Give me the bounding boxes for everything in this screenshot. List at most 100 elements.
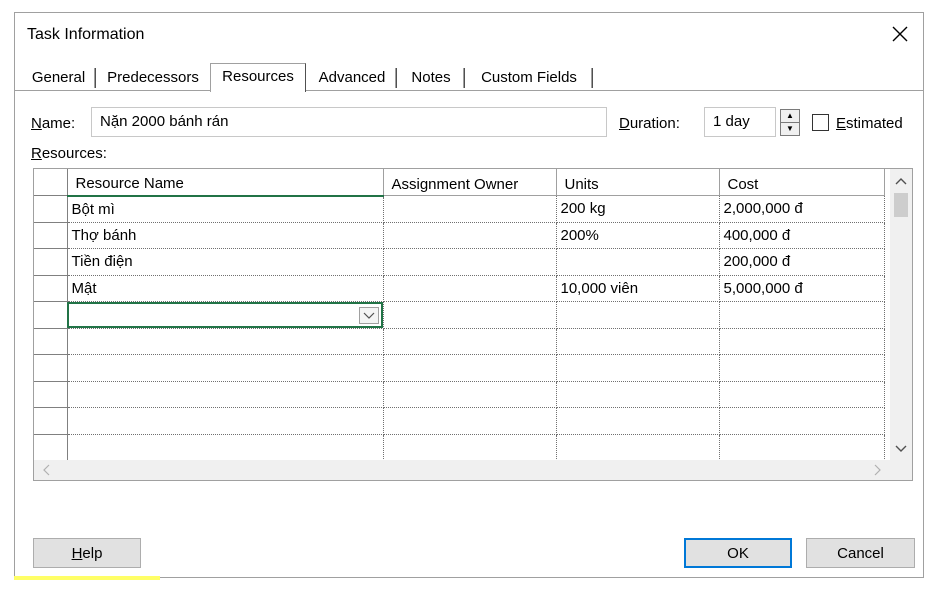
- cell-assignment-owner[interactable]: [383, 354, 557, 382]
- corner-cell[interactable]: [34, 169, 68, 196]
- row-header[interactable]: [34, 328, 68, 355]
- task-information-dialog: Task Information General Predecessors Re…: [14, 12, 924, 578]
- scroll-down-icon[interactable]: [890, 439, 912, 459]
- scroll-left-icon[interactable]: [36, 460, 56, 480]
- cell-cost[interactable]: [719, 381, 885, 408]
- tab-advanced[interactable]: Advanced: [307, 65, 397, 91]
- estimated-checkbox[interactable]: [812, 114, 829, 131]
- table-row[interactable]: [34, 354, 885, 382]
- cell-assignment-owner[interactable]: [383, 275, 557, 302]
- table-row[interactable]: Bột mì 200 kg 2,000,000 đ: [34, 195, 885, 223]
- row-header[interactable]: [34, 248, 68, 276]
- cell-resource-name[interactable]: [67, 381, 384, 408]
- ok-button[interactable]: OK: [684, 538, 792, 568]
- table-header-row: Resource Name Assignment Owner Units Cos…: [34, 169, 885, 197]
- cell-units[interactable]: 200%: [556, 222, 720, 249]
- cell-resource-name[interactable]: [67, 354, 384, 382]
- background-strip: [14, 576, 160, 580]
- cell-cost[interactable]: 200,000 đ: [719, 248, 885, 276]
- cancel-button[interactable]: Cancel: [806, 538, 915, 568]
- cell-resource-name[interactable]: Thợ bánh: [67, 222, 384, 249]
- tab-predecessors[interactable]: Predecessors: [96, 65, 210, 91]
- close-button[interactable]: [887, 21, 913, 47]
- row-header[interactable]: [34, 434, 68, 461]
- resource-dropdown-button[interactable]: [358, 307, 379, 324]
- column-header-resource-name[interactable]: Resource Name: [67, 169, 384, 197]
- row-header[interactable]: [34, 354, 68, 382]
- help-button[interactable]: Help: [33, 538, 141, 568]
- duration-spinner[interactable]: ▲ ▼: [780, 109, 800, 136]
- table-row[interactable]: [34, 407, 885, 435]
- cell-units[interactable]: [556, 248, 720, 276]
- cell-resource-name[interactable]: Bột mì: [67, 195, 384, 223]
- tab-general-label: General: [31, 69, 86, 86]
- cell-units[interactable]: 200 kg: [556, 195, 720, 223]
- row-header[interactable]: [34, 195, 68, 223]
- cell-units[interactable]: [556, 434, 720, 461]
- cell-units[interactable]: 10,000 viên: [556, 275, 720, 302]
- table-row[interactable]: Tiền điện 200,000 đ: [34, 248, 885, 276]
- cell-units[interactable]: [556, 354, 720, 382]
- tab-notes[interactable]: Notes: [397, 65, 465, 91]
- cell-resource-name[interactable]: [67, 407, 384, 435]
- cell-cost[interactable]: 5,000,000 đ: [719, 275, 885, 302]
- row-header[interactable]: [34, 381, 68, 408]
- cell-cost[interactable]: [719, 328, 885, 355]
- cell-assignment-owner[interactable]: [383, 222, 557, 249]
- estimated-label: Estimated: [836, 115, 903, 132]
- table-row[interactable]: [34, 328, 885, 355]
- scroll-up-icon[interactable]: [890, 171, 912, 191]
- row-header[interactable]: [34, 222, 68, 249]
- cell-resource-name[interactable]: [67, 434, 384, 461]
- title-bar: Task Information: [15, 13, 923, 57]
- cell-resource-name[interactable]: [67, 328, 384, 355]
- tab-predecessors-label: Predecessors: [107, 69, 199, 86]
- tab-general[interactable]: General: [21, 65, 96, 91]
- table-row[interactable]: [34, 301, 885, 329]
- spin-down-icon[interactable]: ▼: [781, 123, 799, 135]
- vertical-scrollbar[interactable]: [890, 169, 912, 461]
- tab-resources[interactable]: Resources: [210, 63, 306, 92]
- table-row[interactable]: [34, 434, 885, 461]
- cell-assignment-owner[interactable]: [383, 301, 557, 329]
- duration-input[interactable]: 1 day: [704, 107, 776, 137]
- cell-assignment-owner[interactable]: [383, 407, 557, 435]
- column-header-assignment-owner[interactable]: Assignment Owner: [383, 169, 557, 196]
- row-header[interactable]: [34, 301, 68, 329]
- cell-units[interactable]: [556, 301, 720, 329]
- cell-cost[interactable]: [719, 434, 885, 461]
- cell-units[interactable]: [556, 407, 720, 435]
- column-header-units[interactable]: Units: [556, 169, 720, 196]
- table-row[interactable]: Mật 10,000 viên 5,000,000 đ: [34, 275, 885, 302]
- dialog-title: Task Information: [27, 26, 145, 43]
- cell-units[interactable]: [556, 381, 720, 408]
- table-row[interactable]: [34, 381, 885, 408]
- name-input[interactable]: Nặn 2000 bánh rán: [91, 107, 607, 137]
- table-row[interactable]: Thợ bánh 200% 400,000 đ: [34, 222, 885, 249]
- cell-assignment-owner[interactable]: [383, 248, 557, 276]
- spin-up-icon[interactable]: ▲: [781, 110, 799, 122]
- cell-resource-name[interactable]: Mật: [67, 275, 384, 302]
- resources-label: Resources:: [31, 145, 107, 162]
- row-header[interactable]: [34, 275, 68, 302]
- scroll-right-icon[interactable]: [868, 460, 888, 480]
- cell-cost[interactable]: [719, 354, 885, 382]
- cell-assignment-owner[interactable]: [383, 195, 557, 223]
- cell-assignment-owner[interactable]: [383, 381, 557, 408]
- tab-resources-label: Resources: [222, 68, 294, 85]
- cell-cost[interactable]: 2,000,000 đ: [719, 195, 885, 223]
- cell-cost[interactable]: [719, 407, 885, 435]
- cell-cost[interactable]: 400,000 đ: [719, 222, 885, 249]
- cell-units[interactable]: [556, 328, 720, 355]
- horizontal-scrollbar[interactable]: [34, 460, 912, 480]
- cell-cost[interactable]: [719, 301, 885, 329]
- column-header-cost[interactable]: Cost: [719, 169, 885, 196]
- cell-resource-name[interactable]: Tiền điện: [67, 248, 384, 276]
- cell-assignment-owner[interactable]: [383, 328, 557, 355]
- vertical-scroll-thumb[interactable]: [894, 193, 908, 217]
- cell-assignment-owner[interactable]: [383, 434, 557, 461]
- cell-resource-name-selected[interactable]: [67, 301, 384, 329]
- tab-custom-fields[interactable]: Custom Fields: [465, 65, 593, 91]
- resources-grid[interactable]: Resource Name Assignment Owner Units Cos…: [33, 168, 913, 481]
- row-header[interactable]: [34, 407, 68, 435]
